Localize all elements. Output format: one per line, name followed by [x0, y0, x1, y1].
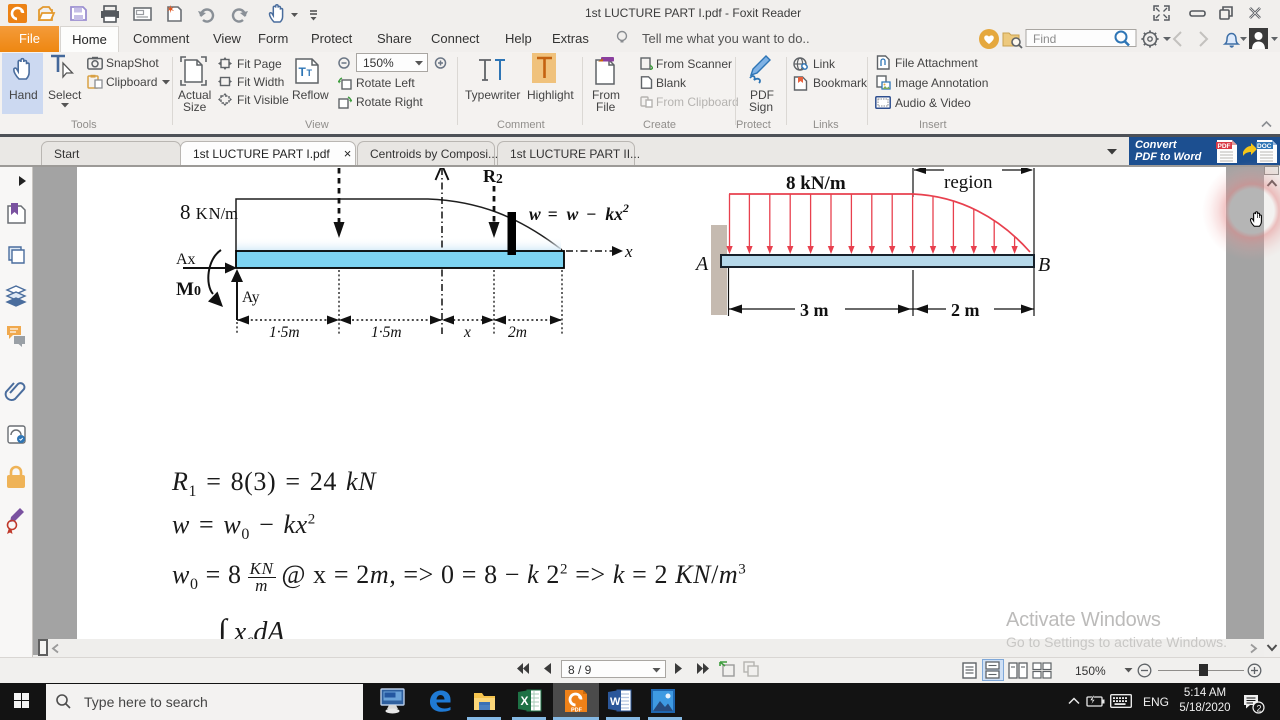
svg-text:T: T — [307, 68, 313, 78]
svg-text:X: X — [521, 694, 529, 708]
svg-text:M0: M0 — [176, 279, 201, 300]
svg-text:T: T — [299, 65, 307, 79]
svg-text:region: region — [944, 172, 993, 193]
svg-text:A: A — [694, 253, 709, 275]
svg-text:2m: 2m — [508, 324, 527, 341]
svg-text:x: x — [624, 242, 633, 261]
svg-text:DOC: DOC — [1257, 143, 1272, 150]
svg-text:Ay: Ay — [242, 289, 260, 306]
svg-text:PDF: PDF — [571, 708, 583, 714]
svg-text:8 KN/m: 8 KN/m — [180, 200, 238, 224]
svg-text:PDF: PDF — [1218, 143, 1231, 150]
svg-text:1·5m: 1·5m — [371, 324, 402, 341]
svg-text:Ax: Ax — [176, 251, 196, 268]
svg-text:R2: R2 — [483, 168, 503, 186]
svg-text:B: B — [1038, 254, 1050, 276]
svg-text:3 m: 3 m — [800, 300, 829, 320]
svg-text:w=w−kx2: w = w − kx2 — [529, 201, 629, 224]
svg-text:8 kN/m: 8 kN/m — [786, 173, 846, 194]
svg-text:1·5m: 1·5m — [269, 324, 300, 341]
svg-text:x: x — [463, 324, 471, 341]
svg-text:✶: ✶ — [166, 4, 175, 16]
svg-text:W: W — [610, 696, 621, 708]
svg-text:2: 2 — [1257, 704, 1262, 714]
svg-text:2 m: 2 m — [951, 300, 980, 320]
svg-text:Find: Find — [1033, 32, 1056, 46]
